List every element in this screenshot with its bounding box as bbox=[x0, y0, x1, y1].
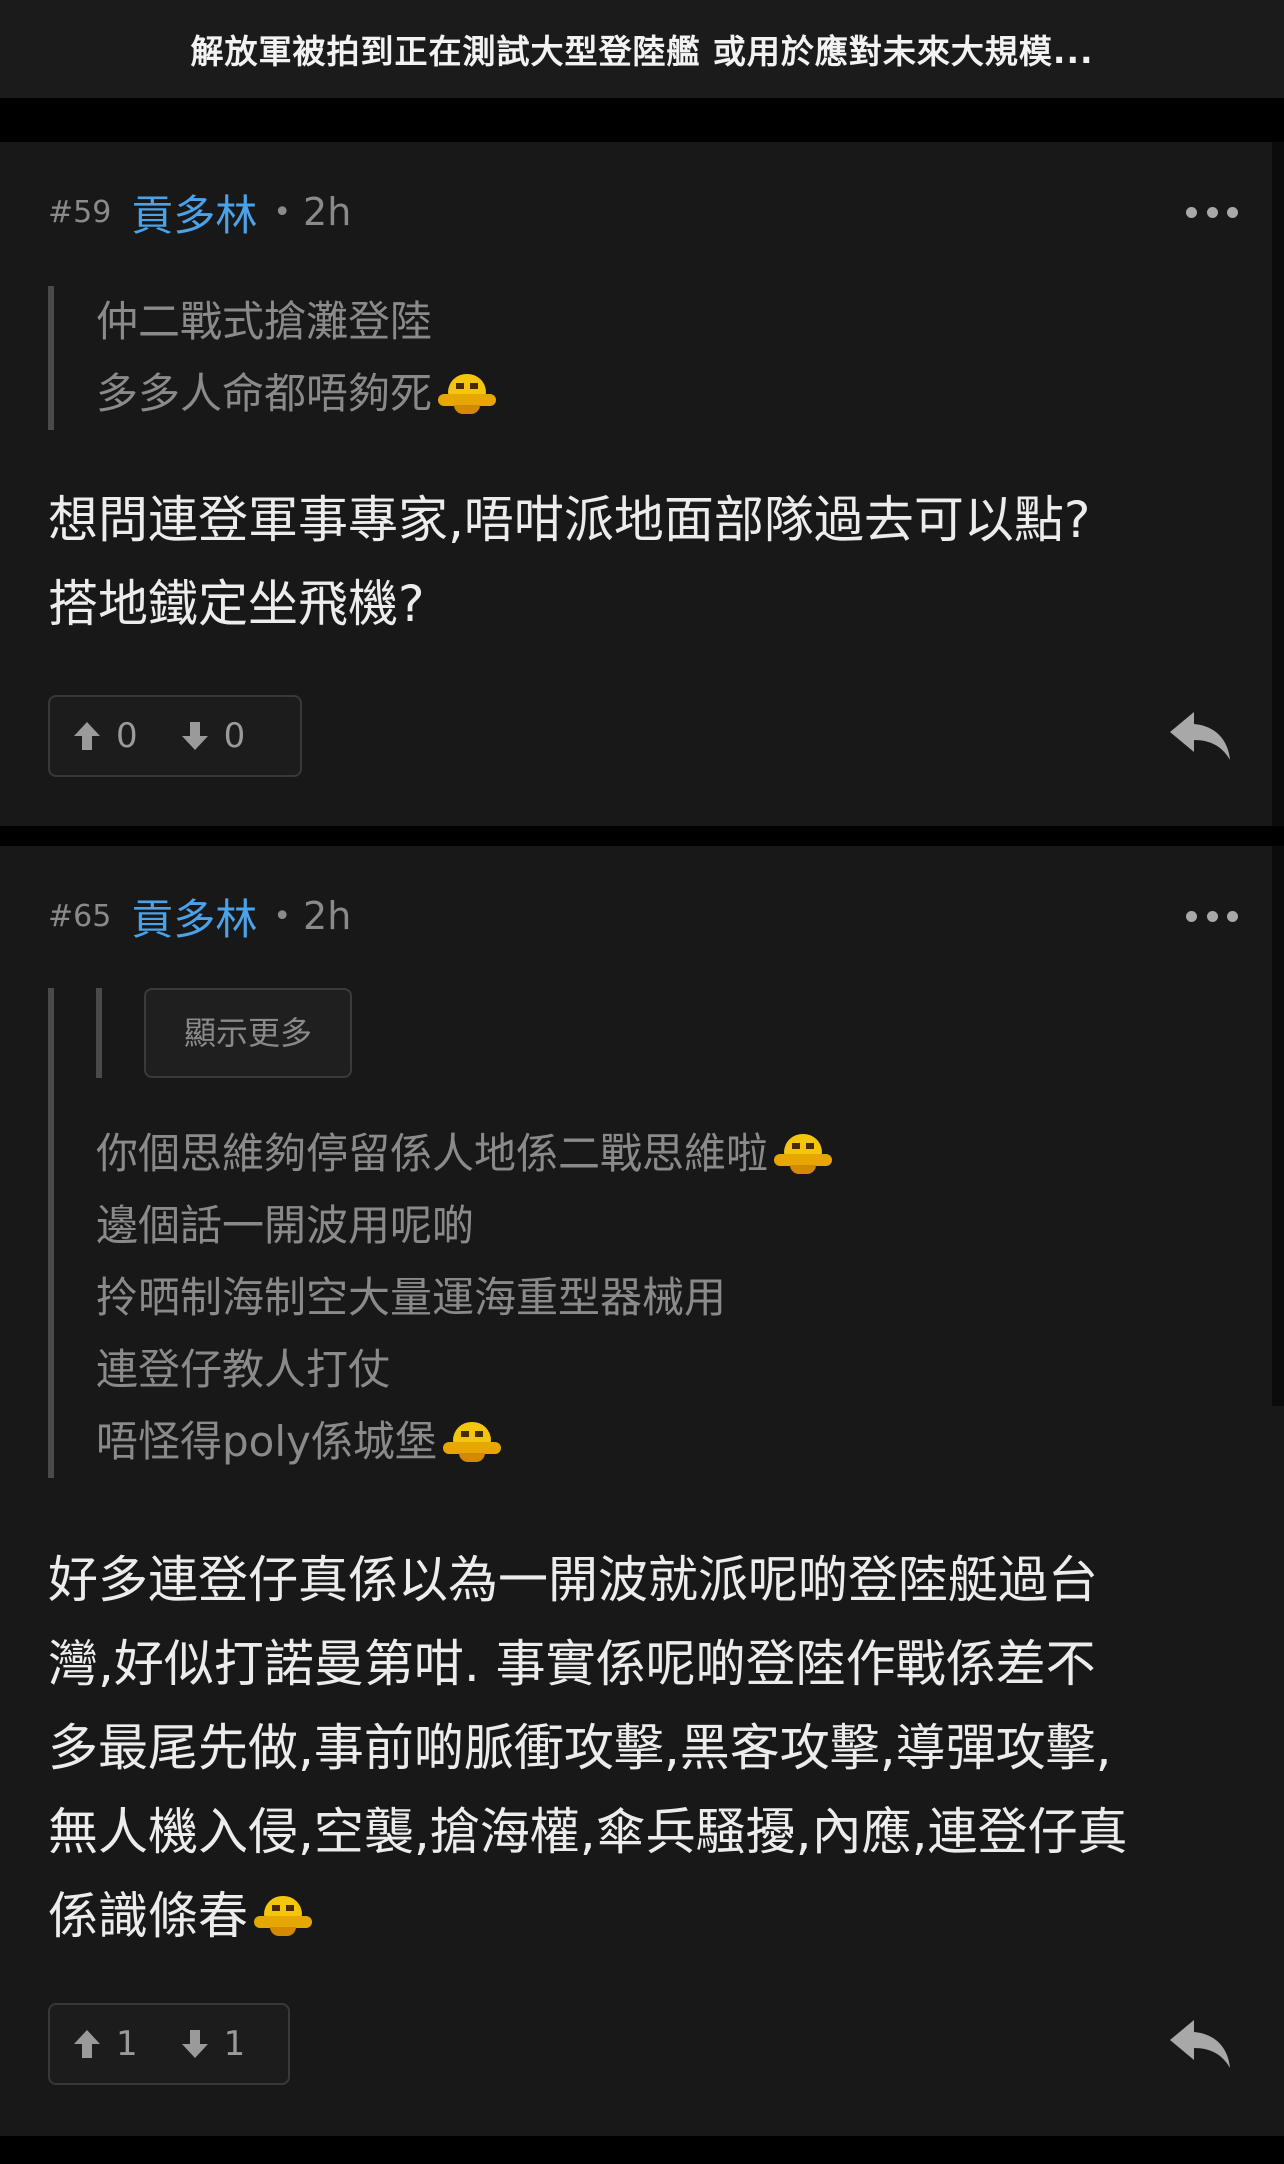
scrollbar[interactable] bbox=[1272, 846, 1284, 1406]
quote-line: 多多人命都唔夠死 bbox=[96, 358, 497, 430]
sticker-emoji-icon bbox=[442, 1420, 501, 1464]
upvote-count: 1 bbox=[116, 2024, 138, 2064]
scrollbar[interactable] bbox=[1272, 142, 1284, 826]
separator-dot: • bbox=[273, 898, 292, 934]
post-header: #65 貢多林 • 2h bbox=[48, 890, 1238, 944]
quote-block: 仲二戰式搶灘登陸 多多人命都唔夠死 bbox=[48, 286, 497, 430]
post-content: 好多連登仔真係以為一開波就派呢啲登陸艇過台 灣,好似打諾曼第咁. 事實係呢啲登陸… bbox=[48, 1538, 1238, 1958]
sticker-emoji-icon bbox=[438, 372, 497, 416]
more-icon[interactable] bbox=[1186, 902, 1238, 930]
vote-box: 1 1 bbox=[48, 2003, 290, 2085]
quote-line: 仲二戰式搶灘登陸 bbox=[96, 297, 433, 346]
quote-line: 你個思維夠停留係人地係二戰思維啦 bbox=[96, 1118, 833, 1190]
reply-icon[interactable] bbox=[1168, 2018, 1232, 2070]
content-line: 搭地鐵定坐飛機? bbox=[48, 575, 425, 633]
downvote-button[interactable]: 1 bbox=[180, 2024, 246, 2064]
show-more-button[interactable]: 顯示更多 bbox=[144, 988, 353, 1078]
more-icon[interactable] bbox=[1186, 198, 1238, 226]
upvote-count: 0 bbox=[116, 716, 138, 756]
quote-line: 拎晒制海制空大量運海重型器械用 bbox=[96, 1273, 727, 1322]
arrow-up-icon bbox=[74, 2030, 100, 2058]
post-header: #59 貢多林 • 2h bbox=[48, 186, 1238, 240]
content-line: 想問連登軍事專家,唔咁派地面部隊過去可以點? bbox=[48, 491, 1091, 549]
floor-number: #65 bbox=[48, 898, 112, 934]
quote-block: 顯示更多 你個思維夠停留係人地係二戰思維啦 邊個話一開波用呢啲 拎晒制海制空大量… bbox=[48, 988, 833, 1478]
sticker-emoji-icon bbox=[774, 1132, 833, 1176]
downvote-button[interactable]: 0 bbox=[180, 716, 246, 756]
quote-line: 連登仔教人打仗 bbox=[96, 1345, 391, 1394]
arrow-down-icon bbox=[181, 722, 208, 750]
post: #59 貢多林 • 2h 仲二戰式搶灘登陸 多多人命都唔夠死 想問連登軍事專家,… bbox=[0, 142, 1284, 826]
floor-number: #59 bbox=[48, 194, 112, 230]
thread-title[interactable]: 解放軍被拍到正在測試大型登陸艦 或用於應對未來大規模... bbox=[190, 25, 1093, 73]
quote-line: 邊個話一開波用呢啲 bbox=[96, 1201, 475, 1250]
post-content: 想問連登軍事專家,唔咁派地面部隊過去可以點? 搭地鐵定坐飛機? bbox=[48, 478, 1238, 646]
upvote-button[interactable]: 0 bbox=[72, 716, 138, 756]
vote-box: 0 0 bbox=[48, 695, 302, 777]
content-line: 無人機入侵,空襲,搶海權,傘兵騷擾,內應,連登仔真 bbox=[48, 1803, 1128, 1861]
content-line: 灣,好似打諾曼第咁. 事實係呢啲登陸作戰係差不 bbox=[48, 1635, 1096, 1693]
content-line: 係識條春 bbox=[48, 1874, 1238, 1958]
arrow-up-icon bbox=[74, 722, 100, 750]
sticker-emoji-icon bbox=[254, 1894, 312, 1938]
downvote-count: 0 bbox=[223, 716, 246, 756]
post: #65 貢多林 • 2h 顯示更多 你個思維夠停留係人地係二戰思維啦 邊個話一開… bbox=[0, 846, 1284, 2136]
upvote-button[interactable]: 1 bbox=[72, 2024, 138, 2064]
quote-line: 唔怪得poly係城堡 bbox=[96, 1406, 832, 1478]
username[interactable]: 貢多林 bbox=[131, 182, 257, 243]
username[interactable]: 貢多林 bbox=[131, 886, 257, 947]
arrow-down-icon bbox=[181, 2030, 208, 2058]
content-line: 多最尾先做,事前啲脈衝攻擊,黑客攻擊,導彈攻擊, bbox=[48, 1719, 1112, 1777]
top-bar: 解放軍被拍到正在測試大型登陸艦 或用於應對未來大規模... bbox=[0, 0, 1284, 98]
downvote-count: 1 bbox=[223, 2024, 246, 2064]
reply-icon[interactable] bbox=[1168, 710, 1232, 762]
nested-quote: 顯示更多 bbox=[96, 988, 832, 1078]
post-time: 2h bbox=[303, 190, 352, 234]
content-line: 好多連登仔真係以為一開波就派呢啲登陸艇過台 bbox=[48, 1551, 1098, 1609]
post-time: 2h bbox=[303, 894, 352, 938]
separator-dot: • bbox=[273, 194, 292, 230]
